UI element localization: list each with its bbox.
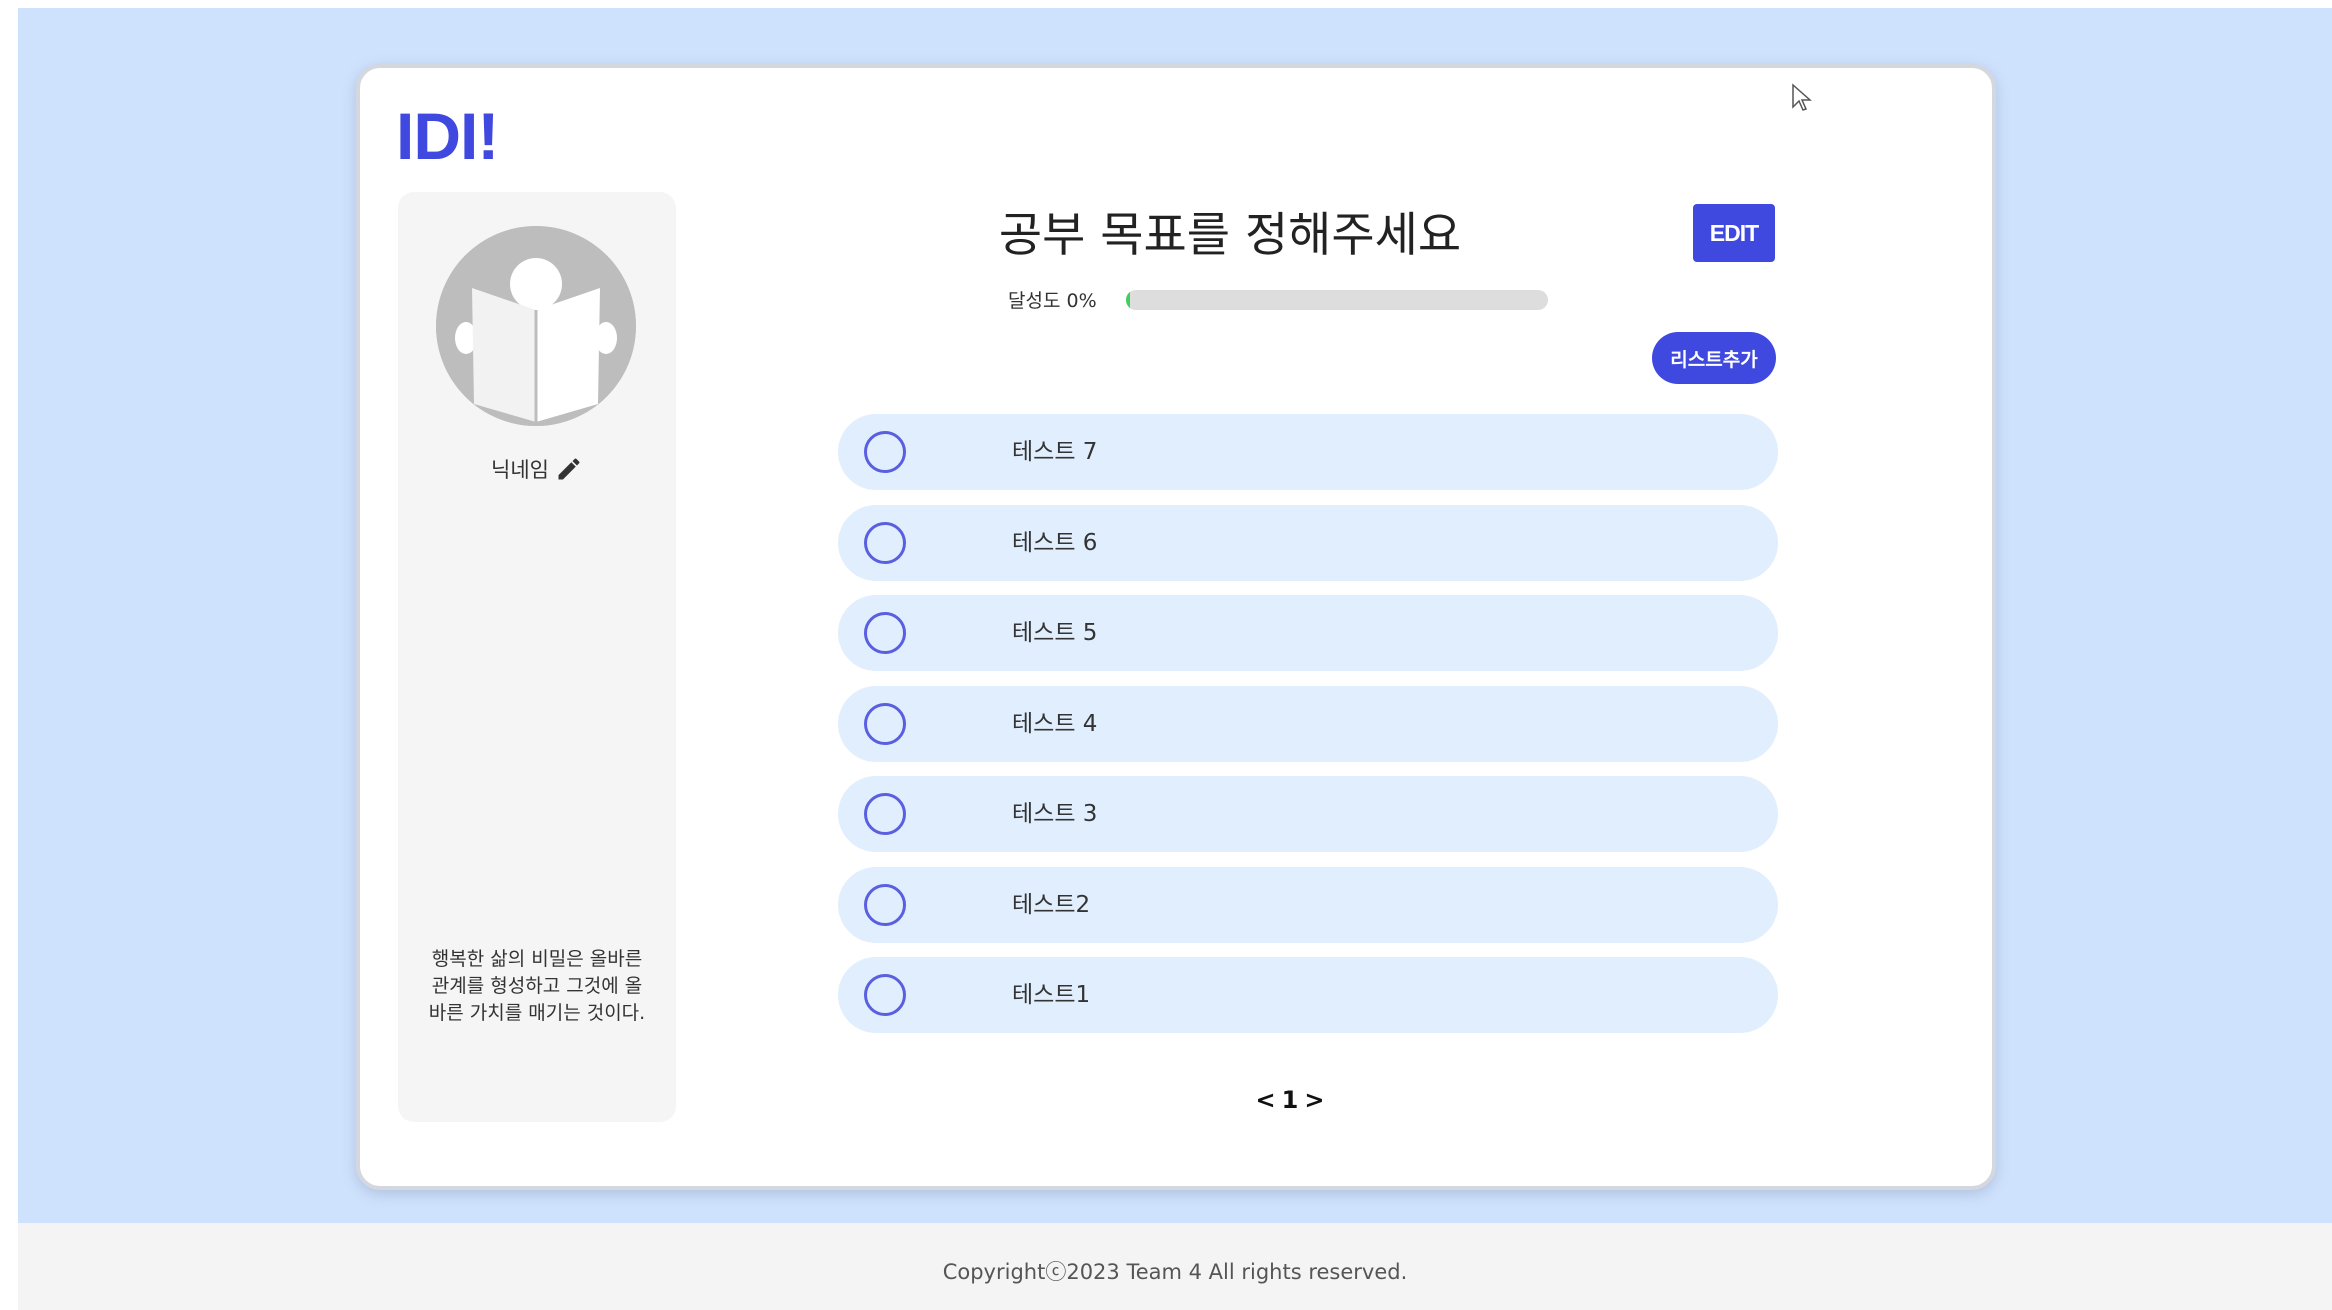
todo-item[interactable]: 테스트1: [838, 957, 1778, 1033]
todo-item[interactable]: 테스트 6: [838, 504, 1778, 581]
circle-checkbox-icon[interactable]: [864, 521, 906, 564]
nickname-row: 닉네임: [398, 454, 676, 484]
progress-fill: [1126, 290, 1130, 310]
circle-checkbox-icon[interactable]: [864, 883, 906, 926]
main-card: IDI! 닉네임 행복한 삶의 비밀은 올바른 관계를 형성하고 그것에 올바른…: [356, 64, 1996, 1190]
todo-item[interactable]: 테스트 4: [838, 685, 1778, 762]
todo-text: 테스트 5: [1012, 620, 1098, 646]
goal-title: 공부 목표를 정해주세요: [998, 208, 1462, 263]
todo-list: 테스트 7 테스트 6 테스트 5 테스트 4 테스트 3 테스트2 테스트1: [838, 414, 1778, 1048]
todo-text: 테스트 7: [1012, 439, 1098, 465]
circle-checkbox-icon[interactable]: [864, 612, 906, 654]
pencil-icon[interactable]: [555, 455, 583, 483]
nickname-label: 닉네임: [491, 458, 549, 482]
reading-person-icon: [436, 226, 636, 426]
mouse-pointer-icon: [1792, 83, 1812, 111]
profile-quote: 행복한 삶의 비밀은 올바른 관계를 형성하고 그것에 올바른 가치를 매기는 …: [428, 948, 646, 1024]
current-page[interactable]: 1: [1282, 1086, 1299, 1114]
circle-checkbox-icon[interactable]: [864, 793, 906, 835]
progress-bar: [1126, 290, 1548, 310]
todo-text: 테스트 3: [1012, 801, 1098, 827]
todo-item[interactable]: 테스트2: [838, 866, 1778, 943]
add-list-button[interactable]: 리스트추가: [1652, 332, 1776, 384]
todo-text: 테스트2: [1012, 891, 1091, 918]
pagination: < 1 >: [1240, 1086, 1340, 1114]
todo-text: 테스트 6: [1012, 529, 1098, 556]
todo-text: 테스트 4: [1012, 710, 1098, 737]
profile-sidebar: 닉네임 행복한 삶의 비밀은 올바른 관계를 형성하고 그것에 올바른 가치를 …: [398, 192, 676, 1122]
next-page-button[interactable]: >: [1304, 1086, 1324, 1114]
todo-item[interactable]: 테스트 7: [838, 414, 1778, 490]
edit-goal-button[interactable]: EDIT: [1693, 204, 1775, 262]
progress-label: 달성도 0%: [1008, 290, 1097, 312]
todo-text: 테스트1: [1012, 982, 1091, 1008]
circle-checkbox-icon[interactable]: [864, 702, 906, 745]
circle-checkbox-icon[interactable]: [864, 974, 906, 1016]
todo-item[interactable]: 테스트 3: [838, 776, 1778, 852]
footer-copyright: Copyrightⓒ2023 Team 4 All rights reserve…: [942, 1260, 1408, 1284]
prev-page-button[interactable]: <: [1256, 1086, 1276, 1114]
circle-checkbox-icon[interactable]: [864, 431, 906, 473]
app-logo[interactable]: IDI!: [396, 98, 499, 174]
todo-item[interactable]: 테스트 5: [838, 595, 1778, 671]
page: IDI! 닉네임 행복한 삶의 비밀은 올바른 관계를 형성하고 그것에 올바른…: [18, 8, 2332, 1310]
